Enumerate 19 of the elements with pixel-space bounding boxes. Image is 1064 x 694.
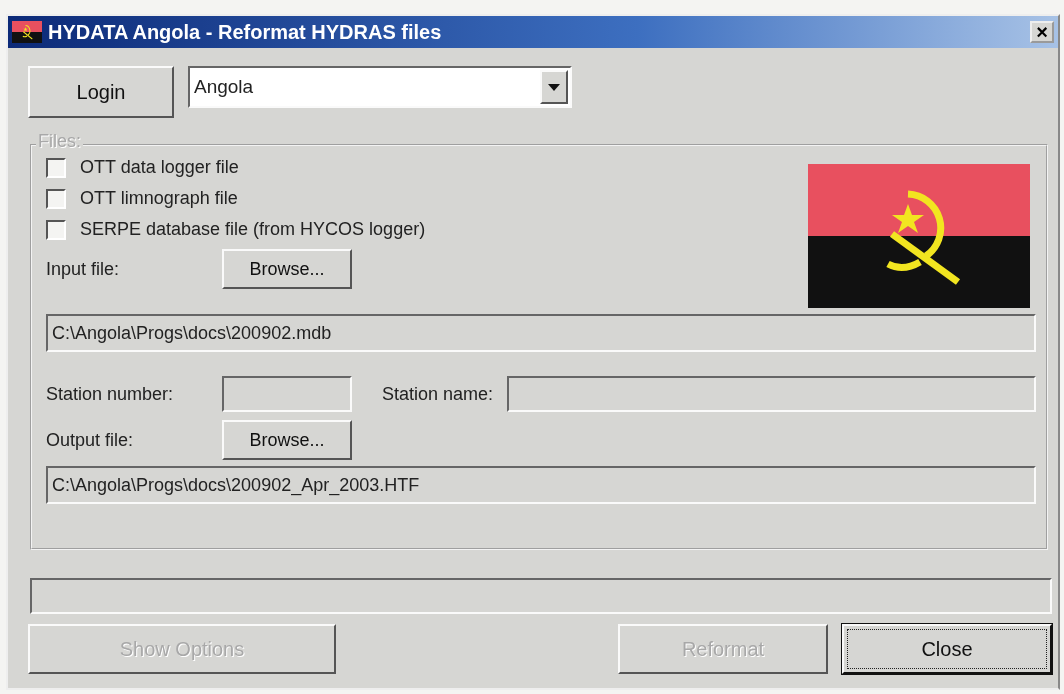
close-icon[interactable]: ×	[1030, 21, 1054, 43]
checkbox-label: SERPE database file (from HYCOS logger)	[80, 218, 426, 241]
window-title: HYDATA Angola - Reformat HYDRAS files	[48, 20, 442, 45]
checkbox-label: OTT data logger file	[80, 156, 239, 179]
station-name-field[interactable]	[507, 376, 1036, 412]
station-number-field[interactable]	[222, 376, 352, 412]
flag-icon	[12, 21, 42, 43]
field-label: Input file:	[46, 257, 121, 281]
login-button[interactable]: Login	[28, 66, 174, 118]
field-label: Station name:	[382, 382, 494, 406]
dropdown-value: Angola	[193, 74, 255, 99]
field-label: Station number:	[46, 382, 175, 406]
close-button[interactable]: Close	[842, 624, 1052, 674]
checkbox-label: OTT limnograph file	[80, 187, 238, 210]
country-dropdown[interactable]: Angola	[188, 66, 572, 108]
field-label: Output file:	[46, 428, 135, 452]
output-path-field: C:\Angola\Progs\docs\200902_Apr_2003.HTF	[46, 466, 1036, 504]
flag-icon	[808, 164, 1030, 308]
input-path-field: C:\Angola\Progs\docs\200902.mdb	[46, 314, 1036, 352]
